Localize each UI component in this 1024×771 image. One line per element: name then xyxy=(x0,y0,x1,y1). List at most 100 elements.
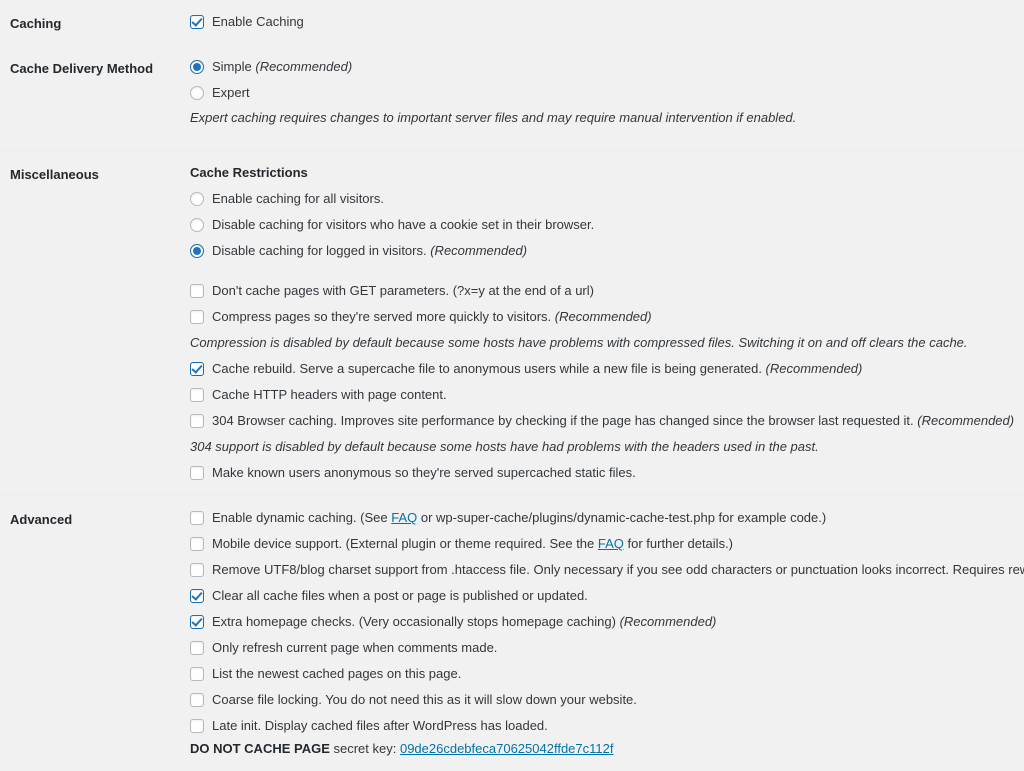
form-row-caching: Caching Enable Caching xyxy=(0,0,1024,44)
extra-homepage-checks-label: Extra homepage checks. (Very occasionall… xyxy=(204,614,716,630)
coarse-file-locking-label: Coarse file locking. You do not need thi… xyxy=(212,692,637,707)
mobile-support-faq-link[interactable]: FAQ xyxy=(598,536,624,551)
late-init-checkbox[interactable] xyxy=(190,719,204,733)
option-late-init[interactable]: Late init. Display cached files after Wo… xyxy=(190,718,1024,734)
option-restriction-cookie[interactable]: Disable caching for visitors who have a … xyxy=(190,217,1016,233)
restriction-logged-in-label: Disable caching for logged in visitors. … xyxy=(204,243,527,259)
delivery-simple-recommended: (Recommended) xyxy=(251,59,353,74)
enable-caching-checkbox[interactable] xyxy=(190,15,204,29)
only-refresh-current-page-label: Only refresh current page when comments … xyxy=(212,640,498,655)
option-extra-homepage-checks[interactable]: Extra homepage checks. (Very occasionall… xyxy=(190,614,1024,630)
restriction-all-visitors-radio[interactable] xyxy=(190,192,204,206)
option-dynamic-caching[interactable]: Enable dynamic caching. (See FAQ or wp-s… xyxy=(190,510,1024,526)
delivery-expert-label: Expert xyxy=(212,85,250,100)
option-restriction-all-visitors[interactable]: Enable caching for all visitors. xyxy=(190,191,1016,207)
do-not-cache-page-secret-key: DO NOT CACHE PAGE secret key: 09de26cdeb… xyxy=(190,741,1024,757)
cache-http-headers-checkbox[interactable] xyxy=(190,388,204,402)
option-clear-all-cache-on-publish[interactable]: Clear all cache files when a post or pag… xyxy=(190,588,1024,604)
remove-utf8-charset-label: Remove UTF8/blog charset support from .h… xyxy=(212,562,1024,577)
delivery-simple-text: Simple xyxy=(212,59,252,74)
extra-homepage-checks-checkbox[interactable] xyxy=(190,615,204,629)
option-remove-utf8-charset[interactable]: Remove UTF8/blog charset support from .h… xyxy=(190,562,1024,578)
row-label-advanced: Advanced xyxy=(10,512,73,527)
option-enable-caching[interactable]: Enable Caching xyxy=(190,14,1016,30)
option-coarse-file-locking[interactable]: Coarse file locking. You do not need thi… xyxy=(190,692,1024,708)
row-label-miscellaneous: Miscellaneous xyxy=(10,167,99,182)
list-newest-cached-pages-checkbox[interactable] xyxy=(190,667,204,681)
option-delivery-simple[interactable]: Simple (Recommended) xyxy=(190,59,1016,75)
restriction-logged-in-text: Disable caching for logged in visitors. xyxy=(212,243,427,258)
only-refresh-current-page-checkbox[interactable] xyxy=(190,641,204,655)
cache-rebuild-text: Cache rebuild. Serve a supercache file t… xyxy=(212,361,762,376)
browser-caching-304-checkbox[interactable] xyxy=(190,414,204,428)
option-cache-http-headers[interactable]: Cache HTTP headers with page content. xyxy=(190,387,1016,403)
restrictions-spacer xyxy=(190,269,1016,283)
delivery-simple-radio[interactable] xyxy=(190,60,204,74)
extra-homepage-checks-recommended: (Recommended) xyxy=(615,614,717,629)
option-only-refresh-current-page[interactable]: Only refresh current page when comments … xyxy=(190,640,1024,656)
row-field-miscellaneous: Cache Restrictions Enable caching for al… xyxy=(190,151,1024,495)
option-304-browser-caching[interactable]: 304 Browser caching. Improves site perfo… xyxy=(190,413,1016,429)
no-get-params-label: Don't cache pages with GET parameters. (… xyxy=(212,283,594,298)
dynamic-caching-text-before: Enable dynamic caching. (See xyxy=(212,510,392,525)
row-label-caching: Caching xyxy=(10,16,62,31)
list-newest-cached-pages-label: List the newest cached pages on this pag… xyxy=(212,666,462,681)
row-field-advanced: Enable dynamic caching. (See FAQ or wp-s… xyxy=(190,496,1024,771)
secret-key-link[interactable]: 09de26cdebfeca70625042ffde7c112f xyxy=(400,741,614,756)
compress-pages-recommended: (Recommended) xyxy=(551,309,652,324)
enable-caching-label: Enable Caching xyxy=(212,14,304,29)
clear-all-cache-on-publish-label: Clear all cache files when a post or pag… xyxy=(212,588,588,603)
compress-pages-text: Compress pages so they're served more qu… xyxy=(212,309,552,324)
note-304-support: 304 support is disabled by default becau… xyxy=(190,439,819,454)
restriction-logged-in-recommended: (Recommended) xyxy=(426,243,528,258)
compress-pages-label: Compress pages so they're served more qu… xyxy=(204,309,652,325)
no-get-params-checkbox[interactable] xyxy=(190,284,204,298)
delivery-expert-note: Expert caching requires changes to impor… xyxy=(190,110,797,125)
browser-caching-304-label: 304 Browser caching. Improves site perfo… xyxy=(204,413,1014,429)
mobile-support-checkbox[interactable] xyxy=(190,537,204,551)
dynamic-caching-checkbox[interactable] xyxy=(190,511,204,525)
extra-homepage-checks-text: Extra homepage checks. (Very occasionall… xyxy=(212,614,616,629)
compress-pages-checkbox[interactable] xyxy=(190,310,204,324)
restriction-all-visitors-label: Enable caching for all visitors. xyxy=(212,191,384,206)
delivery-expert-radio[interactable] xyxy=(190,86,204,100)
cache-http-headers-label: Cache HTTP headers with page content. xyxy=(212,387,447,402)
anonymous-known-users-checkbox[interactable] xyxy=(190,466,204,480)
compression-note: Compression is disabled by default becau… xyxy=(190,335,968,350)
cache-rebuild-recommended: (Recommended) xyxy=(761,361,863,376)
coarse-file-locking-checkbox[interactable] xyxy=(190,693,204,707)
secret-key-bold-prefix: DO NOT CACHE PAGE xyxy=(190,741,330,756)
mobile-support-text-after: for further details.) xyxy=(623,536,734,551)
form-row-cache-delivery-method: Cache Delivery Method Simple (Recommende… xyxy=(0,44,1024,150)
option-compress-pages[interactable]: Compress pages so they're served more qu… xyxy=(190,309,1016,325)
dynamic-caching-faq-link[interactable]: FAQ xyxy=(391,510,417,525)
restriction-logged-in-radio[interactable] xyxy=(190,244,204,258)
option-cache-rebuild[interactable]: Cache rebuild. Serve a supercache file t… xyxy=(190,361,1016,377)
option-list-newest-cached-pages[interactable]: List the newest cached pages on this pag… xyxy=(190,666,1024,682)
delivery-simple-label: Simple (Recommended) xyxy=(204,59,352,75)
restriction-cookie-label: Disable caching for visitors who have a … xyxy=(212,217,595,232)
row-label-cache-delivery-method: Cache Delivery Method xyxy=(10,61,154,76)
cache-rebuild-checkbox[interactable] xyxy=(190,362,204,376)
form-row-miscellaneous: Miscellaneous Cache Restrictions Enable … xyxy=(0,150,1024,495)
browser-caching-304-text: 304 Browser caching. Improves site perfo… xyxy=(212,413,914,428)
option-anonymous-known-users[interactable]: Make known users anonymous so they're se… xyxy=(190,465,1016,481)
restriction-cookie-radio[interactable] xyxy=(190,218,204,232)
option-mobile-support[interactable]: Mobile device support. (External plugin … xyxy=(190,536,1024,552)
dynamic-caching-label: Enable dynamic caching. (See FAQ or wp-s… xyxy=(204,510,826,526)
late-init-label: Late init. Display cached files after Wo… xyxy=(212,718,548,733)
option-no-get-params[interactable]: Don't cache pages with GET parameters. (… xyxy=(190,283,1016,299)
dynamic-caching-text-after: or wp-super-cache/plugins/dynamic-cache-… xyxy=(417,510,827,525)
mobile-support-text-before: Mobile device support. (External plugin … xyxy=(212,536,598,551)
cache-rebuild-label: Cache rebuild. Serve a supercache file t… xyxy=(204,361,862,377)
secret-key-text: secret key: xyxy=(329,741,400,756)
form-row-advanced: Advanced Enable dynamic caching. (See FA… xyxy=(0,495,1024,771)
cache-restrictions-heading: Cache Restrictions xyxy=(190,165,308,180)
option-delivery-expert[interactable]: Expert xyxy=(190,85,1016,101)
anonymous-known-users-label: Make known users anonymous so they're se… xyxy=(212,465,636,480)
row-field-cache-delivery-method: Simple (Recommended) Expert Expert cachi… xyxy=(190,45,1024,150)
mobile-support-label: Mobile device support. (External plugin … xyxy=(204,536,733,552)
clear-all-cache-on-publish-checkbox[interactable] xyxy=(190,589,204,603)
remove-utf8-charset-checkbox[interactable] xyxy=(190,563,204,577)
option-restriction-logged-in[interactable]: Disable caching for logged in visitors. … xyxy=(190,243,1016,259)
